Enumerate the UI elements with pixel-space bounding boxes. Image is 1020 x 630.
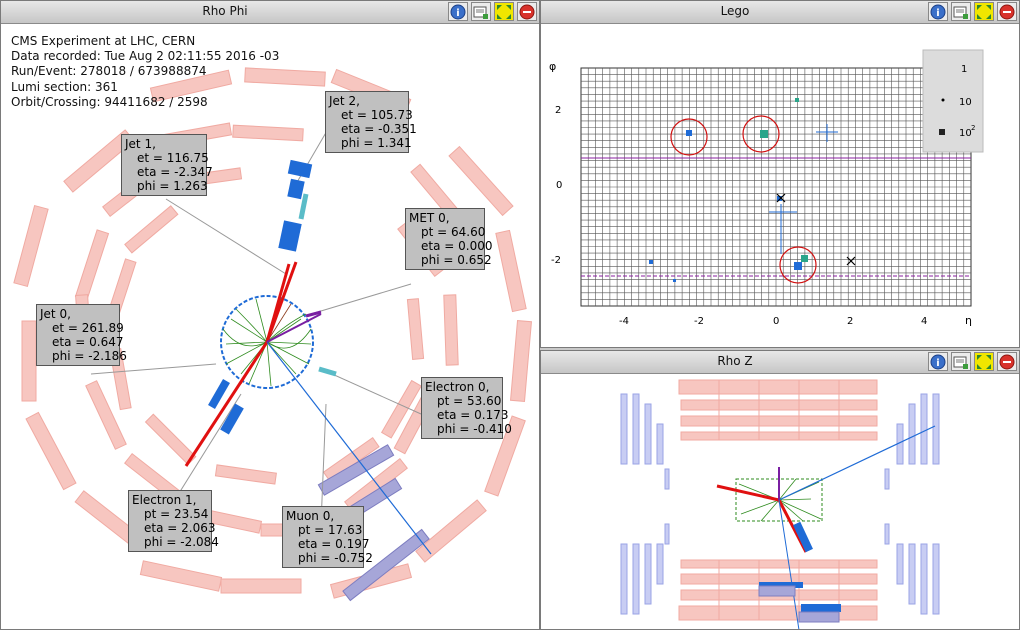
rhoz-calo-top: [678, 379, 878, 441]
jet-2-label[interactable]: Jet 2, et = 105.73 eta = -0.351 phi = 1.…: [325, 91, 417, 153]
close-icon: [999, 4, 1015, 19]
jet-towers: [208, 159, 313, 435]
electron-0-label[interactable]: Electron 0, pt = 53.60 eta = 0.173 phi =…: [421, 377, 512, 439]
orbit-line: Orbit/Crossing: 94411682 / 2598: [11, 94, 208, 109]
snapshot-button[interactable]: [951, 2, 971, 21]
legend-marker-large: [939, 129, 945, 135]
lego-canvas[interactable]: 1 10 10 2 φ η 2 0 -2 -4 -2 0 2 4: [541, 24, 1019, 348]
legend-label-1: 1: [961, 64, 967, 75]
legend-label-10: 10: [959, 97, 972, 108]
maximize-icon: [977, 354, 991, 369]
close-button[interactable]: [517, 2, 537, 21]
electron-tracks: [184, 261, 298, 467]
x-tick-neg2: -2: [694, 316, 704, 327]
eta-axis-label: η: [965, 314, 972, 327]
electron-1-label[interactable]: Electron 1, pt = 23.54 eta = 2.063 phi =…: [128, 490, 219, 552]
lego-title: Lego: [720, 4, 750, 18]
rho-z-panel: Rho Z i: [540, 350, 1020, 630]
lego-grid: [580, 67, 972, 307]
snapshot-button[interactable]: [471, 2, 491, 21]
svg-text:i: i: [456, 8, 459, 19]
maximize-button[interactable]: [494, 2, 514, 21]
experiment-line: CMS Experiment at LHC, CERN: [11, 34, 196, 48]
close-icon: [519, 4, 535, 19]
info-button[interactable]: i: [928, 2, 948, 21]
phi-axis-label: φ: [549, 60, 556, 73]
snapshot-icon: [953, 356, 968, 369]
rho-phi-title: Rho Phi: [202, 4, 248, 18]
cyan-deposits: [298, 193, 337, 377]
snapshot-button[interactable]: [951, 352, 971, 371]
snapshot-icon: [473, 6, 488, 19]
close-button[interactable]: [997, 2, 1017, 21]
jet-1-label[interactable]: Jet 1, et = 116.75 eta = -2.347 phi = 1.…: [121, 134, 213, 196]
rho-z-title: Rho Z: [717, 354, 753, 368]
lego-panel: Lego i 1 10 10 2 φ η 2 0 -2 -4 -2 0 2 4: [540, 0, 1020, 348]
y-tick-neg2: -2: [551, 255, 561, 266]
lego-titlebar[interactable]: Lego i: [541, 1, 1019, 24]
rho-phi-panel: Rho Phi i CMS Experiment at LHC, CERN Da…: [0, 0, 540, 630]
info-icon: i: [450, 4, 466, 19]
maximize-button[interactable]: [974, 352, 994, 371]
info-button[interactable]: i: [448, 2, 468, 21]
rho-phi-titlebar[interactable]: Rho Phi i: [1, 1, 539, 24]
legend-label-100-exp: 2: [971, 124, 975, 132]
x-tick-4: 4: [921, 316, 927, 327]
x-tick-2: 2: [847, 316, 853, 327]
close-icon: [999, 354, 1015, 369]
legend-label-100: 10: [959, 128, 972, 139]
event-info: CMS Experiment at LHC, CERN Data recorde…: [11, 34, 279, 110]
rho-z-view[interactable]: [541, 374, 1019, 629]
rho-phi-view[interactable]: CMS Experiment at LHC, CERN Data recorde…: [1, 24, 539, 629]
y-tick-2: 2: [555, 105, 561, 116]
rho-z-titlebar[interactable]: Rho Z i: [541, 351, 1019, 374]
maximize-icon: [497, 4, 511, 19]
run-event-line: Run/Event: 278018 / 673988874: [11, 64, 207, 79]
met-0-label[interactable]: MET 0, pt = 64.60 eta = 0.000 phi = 0.65…: [405, 208, 492, 270]
info-icon: i: [930, 354, 946, 369]
rhoz-electrons: [716, 484, 808, 553]
info-icon: i: [930, 4, 946, 19]
x-tick-0: 0: [773, 316, 779, 327]
jet-0-label[interactable]: Jet 0, et = 261.89 eta = 0.647 phi = -2.…: [36, 304, 127, 366]
svg-text:i: i: [936, 358, 939, 369]
x-tick-neg4: -4: [619, 316, 629, 327]
maximize-button[interactable]: [974, 2, 994, 21]
info-button[interactable]: i: [928, 352, 948, 371]
rhoz-endcap-right: [884, 393, 940, 615]
calorimeter-inner-ring: [106, 167, 445, 485]
close-button[interactable]: [997, 352, 1017, 371]
legend-marker-small: [941, 98, 945, 102]
date-line: Data recorded: Tue Aug 2 02:11:55 2016 -…: [11, 49, 280, 64]
rhoz-endcap-left: [620, 393, 670, 615]
lego-view[interactable]: 1 10 10 2 φ η 2 0 -2 -4 -2 0 2 4: [541, 24, 1019, 347]
rho-z-canvas: [620, 379, 940, 629]
muon-0-label[interactable]: Muon 0, pt = 17.63 eta = 0.197 phi = -0.…: [282, 506, 373, 568]
snapshot-icon: [953, 6, 968, 19]
lego-legend: [922, 49, 984, 153]
y-tick-0: 0: [556, 180, 562, 191]
svg-text:i: i: [936, 8, 939, 19]
lumi-line: Lumi section: 361: [11, 79, 118, 94]
maximize-icon: [977, 4, 991, 19]
